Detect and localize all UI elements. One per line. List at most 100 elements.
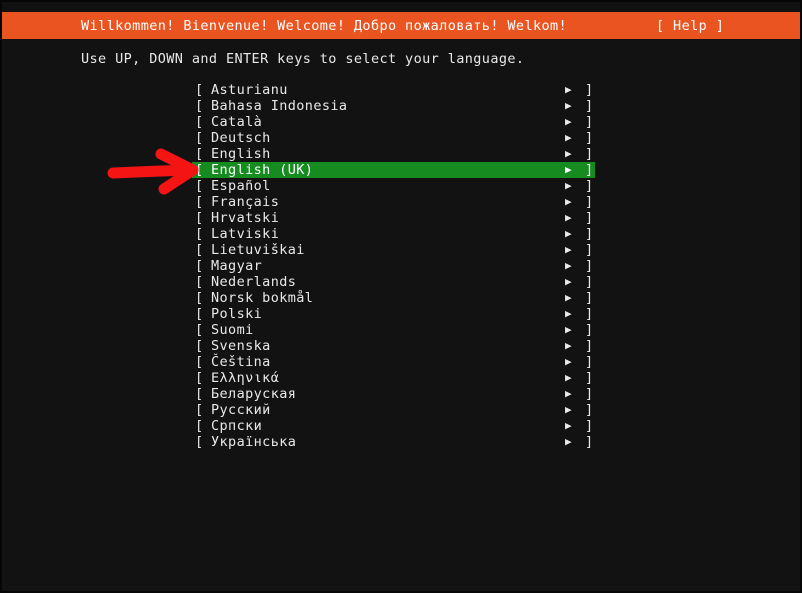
language-list-item-label: Asturianu: [211, 82, 288, 98]
instruction-text: Use UP, DOWN and ENTER keys to select yo…: [81, 51, 525, 67]
submenu-arrow-icon: ▶: [565, 227, 573, 240]
list-item-open-bracket: [: [195, 370, 204, 386]
submenu-arrow-icon: ▶: [565, 403, 573, 416]
list-item-close-bracket: ]: [585, 162, 594, 178]
submenu-arrow-icon: ▶: [565, 307, 573, 320]
language-list-item-label: Latviski: [211, 226, 280, 242]
language-list-item[interactable]: [Norsk bokmål ▶]: [192, 290, 595, 306]
submenu-arrow-icon: ▶: [565, 323, 573, 336]
language-list-item-label: Русский: [211, 402, 271, 418]
list-item-close-bracket: ]: [585, 354, 594, 370]
language-list-item-label: Español: [211, 178, 271, 194]
list-item-open-bracket: [: [195, 354, 204, 370]
submenu-arrow-icon: ▶: [565, 147, 573, 160]
list-item-open-bracket: [: [195, 98, 204, 114]
submenu-arrow-icon: ▶: [565, 291, 573, 304]
language-list-item-label: Hrvatski: [211, 210, 280, 226]
language-list-item[interactable]: [Српски ▶]: [192, 418, 595, 434]
submenu-arrow-icon: ▶: [565, 355, 573, 368]
language-list-item[interactable]: [ Español ▶]: [192, 178, 595, 194]
list-item-close-bracket: ]: [585, 130, 594, 146]
list-item-close-bracket: ]: [585, 338, 594, 354]
submenu-arrow-icon: ▶: [565, 83, 573, 96]
list-item-open-bracket: [: [195, 322, 204, 338]
list-item-open-bracket: [: [195, 434, 204, 450]
language-list-item[interactable]: [ Русский ▶]: [192, 402, 595, 418]
language-list-item[interactable]: [Svenska ▶]: [192, 338, 595, 354]
language-list-item[interactable]: [ Català ▶]: [192, 114, 595, 130]
language-list-item-label: English (UK): [211, 162, 314, 178]
submenu-arrow-icon: ▶: [565, 211, 573, 224]
language-list-item[interactable]: [Suomi ▶]: [192, 322, 595, 338]
submenu-arrow-icon: ▶: [565, 195, 573, 208]
language-list-item-label: Bahasa Indonesia: [211, 98, 348, 114]
body-area: Use UP, DOWN and ENTER keys to select yo…: [2, 39, 800, 591]
language-list-item-label: Lietuviškai: [211, 242, 305, 258]
submenu-arrow-icon: ▶: [565, 99, 573, 112]
language-list-item[interactable]: [English (UK) ▶]: [192, 162, 595, 178]
language-list-item-label: Nederlands: [211, 274, 297, 290]
language-list-item-label: Беларуская: [211, 386, 297, 402]
list-item-open-bracket: [: [195, 146, 204, 162]
language-list-item[interactable]: [Latviski ▶]: [192, 226, 595, 242]
list-item-open-bracket: [: [195, 386, 204, 402]
list-item-close-bracket: ]: [585, 434, 594, 450]
list-item-open-bracket: [: [195, 82, 204, 98]
welcome-title: Willkommen! Bienvenue! Welcome! Добро по…: [81, 17, 568, 34]
language-list-item[interactable]: [ Čeština ▶]: [192, 354, 595, 370]
language-list[interactable]: [ Asturianu ▶] [ Bahasa Indonesia ▶] [ Català ▶]…: [192, 82, 595, 450]
submenu-arrow-icon: ▶: [565, 115, 573, 128]
language-list-item[interactable]: [ Hrvatski ▶]: [192, 210, 595, 226]
submenu-arrow-icon: ▶: [565, 131, 573, 144]
list-item-open-bracket: [: [195, 274, 204, 290]
submenu-arrow-icon: ▶: [565, 435, 573, 448]
submenu-arrow-icon: ▶: [565, 371, 573, 384]
language-list-item[interactable]: [Ελληνικά ▶]: [192, 370, 595, 386]
language-list-item[interactable]: [Deutsch ▶]: [192, 130, 595, 146]
list-item-open-bracket: [: [195, 178, 204, 194]
list-item-open-bracket: [: [195, 114, 204, 130]
list-item-open-bracket: [: [195, 130, 204, 146]
language-list-item-label: Norsk bokmål: [211, 290, 314, 306]
language-list-item-label: Català: [211, 114, 263, 130]
language-list-item[interactable]: [ Українська ▶]: [192, 434, 595, 450]
list-item-close-bracket: ]: [585, 306, 594, 322]
list-item-open-bracket: [: [195, 418, 204, 434]
submenu-arrow-icon: ▶: [565, 179, 573, 192]
language-list-item[interactable]: [Nederlands ▶]: [192, 274, 595, 290]
language-list-item-label: Ελληνικά: [211, 370, 280, 386]
help-button[interactable]: [ Help ]: [656, 18, 724, 34]
list-item-close-bracket: ]: [585, 402, 594, 418]
submenu-arrow-icon: ▶: [565, 259, 573, 272]
language-list-item-label: Svenska: [211, 338, 271, 354]
language-list-item[interactable]: [ Asturianu ▶]: [192, 82, 595, 98]
language-list-item-label: Српски: [211, 418, 263, 434]
language-list-item[interactable]: [Lietuviškai ▶]: [192, 242, 595, 258]
language-list-item-label: Українська: [211, 434, 297, 450]
installer-screen: Willkommen! Bienvenue! Welcome! Добро по…: [0, 0, 802, 593]
list-item-close-bracket: ]: [585, 82, 594, 98]
list-item-close-bracket: ]: [585, 210, 594, 226]
language-list-item-label: Čeština: [211, 354, 271, 370]
language-list-item-label: Magyar: [211, 258, 263, 274]
language-list-item-label: Français: [211, 194, 280, 210]
list-item-close-bracket: ]: [585, 386, 594, 402]
language-list-item[interactable]: [Bahasa Indonesia ▶]: [192, 98, 595, 114]
list-item-close-bracket: ]: [585, 274, 594, 290]
list-item-close-bracket: ]: [585, 114, 594, 130]
header-bar: Willkommen! Bienvenue! Welcome! Добро по…: [2, 12, 800, 39]
list-item-close-bracket: ]: [585, 322, 594, 338]
list-item-close-bracket: ]: [585, 418, 594, 434]
list-item-close-bracket: ]: [585, 226, 594, 242]
language-list-item[interactable]: [ Беларуская ▶]: [192, 386, 595, 402]
submenu-arrow-icon: ▶: [565, 339, 573, 352]
list-item-close-bracket: ]: [585, 258, 594, 274]
language-list-item[interactable]: [Polski ▶]: [192, 306, 595, 322]
list-item-close-bracket: ]: [585, 178, 594, 194]
language-list-item[interactable]: [English ▶]: [192, 146, 595, 162]
list-item-open-bracket: [: [195, 210, 204, 226]
submenu-arrow-icon: ▶: [565, 387, 573, 400]
language-list-item[interactable]: [Magyar ▶]: [192, 258, 595, 274]
language-list-item[interactable]: [Français ▶]: [192, 194, 595, 210]
list-item-open-bracket: [: [195, 402, 204, 418]
